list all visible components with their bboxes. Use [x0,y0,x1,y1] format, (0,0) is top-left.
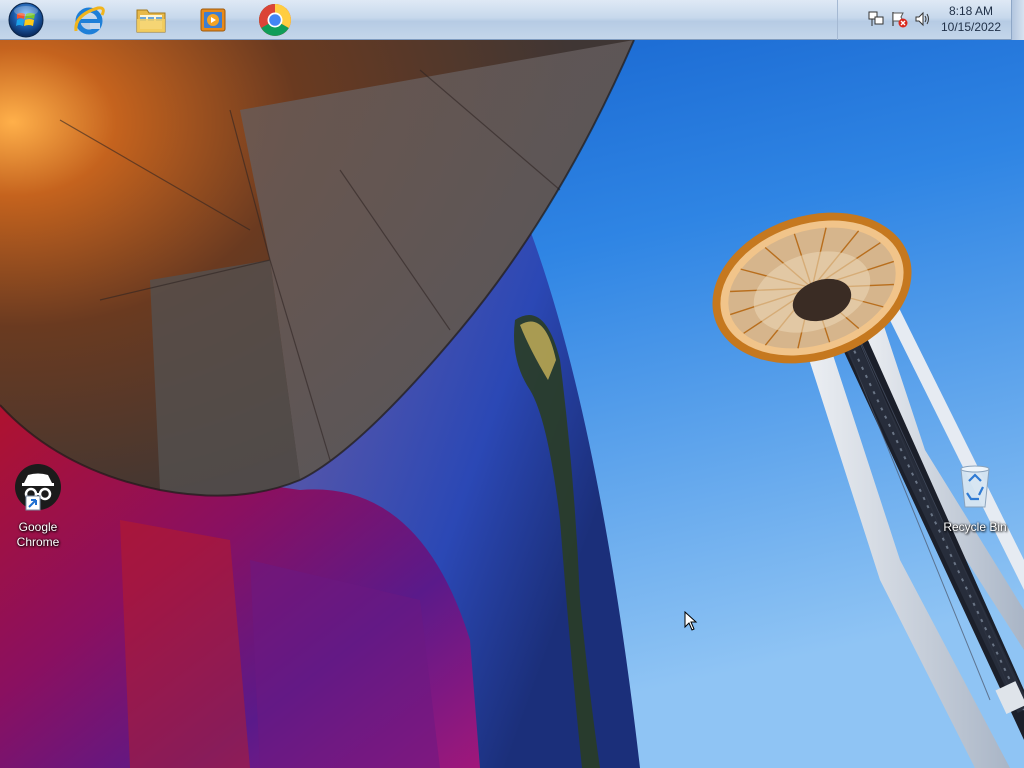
desktop-wallpaper [0,0,1024,768]
chrome-icon [259,4,291,36]
taskbar: 8:18 AM 10/15/2022 [0,0,1024,40]
desktop-icon-recycle-bin[interactable]: Recycle Bin [938,463,1012,535]
action-center-icon[interactable] [890,10,908,28]
desktop-icon-label: Recycle Bin [943,520,1007,534]
chrome-incognito-icon [15,464,61,511]
taskbar-pin-media-player[interactable] [193,2,233,38]
clock-time: 8:18 AM [948,4,994,18]
desktop-icon-google-chrome[interactable]: Google Chrome [1,463,75,550]
volume-icon[interactable] [914,10,932,28]
media-player-icon [200,8,226,32]
internet-explorer-icon [74,6,105,35]
windows-logo-icon [8,2,44,38]
desktop-icon-label: Google Chrome [16,520,60,549]
network-icon[interactable] [867,10,885,28]
show-desktop-button[interactable] [1011,0,1024,40]
start-button[interactable] [7,2,45,38]
mouse-cursor-icon [684,611,698,631]
clock[interactable]: 8:18 AM 10/15/2022 [936,3,1006,35]
recycle-bin-icon [960,465,990,508]
taskbar-pin-windows-explorer[interactable] [131,2,171,38]
taskbar-pin-internet-explorer[interactable] [69,2,109,38]
clock-date: 10/15/2022 [940,20,1002,34]
system-tray: 8:18 AM 10/15/2022 [837,0,1024,40]
taskbar-pin-google-chrome[interactable] [255,2,295,38]
folder-icon [136,9,166,33]
